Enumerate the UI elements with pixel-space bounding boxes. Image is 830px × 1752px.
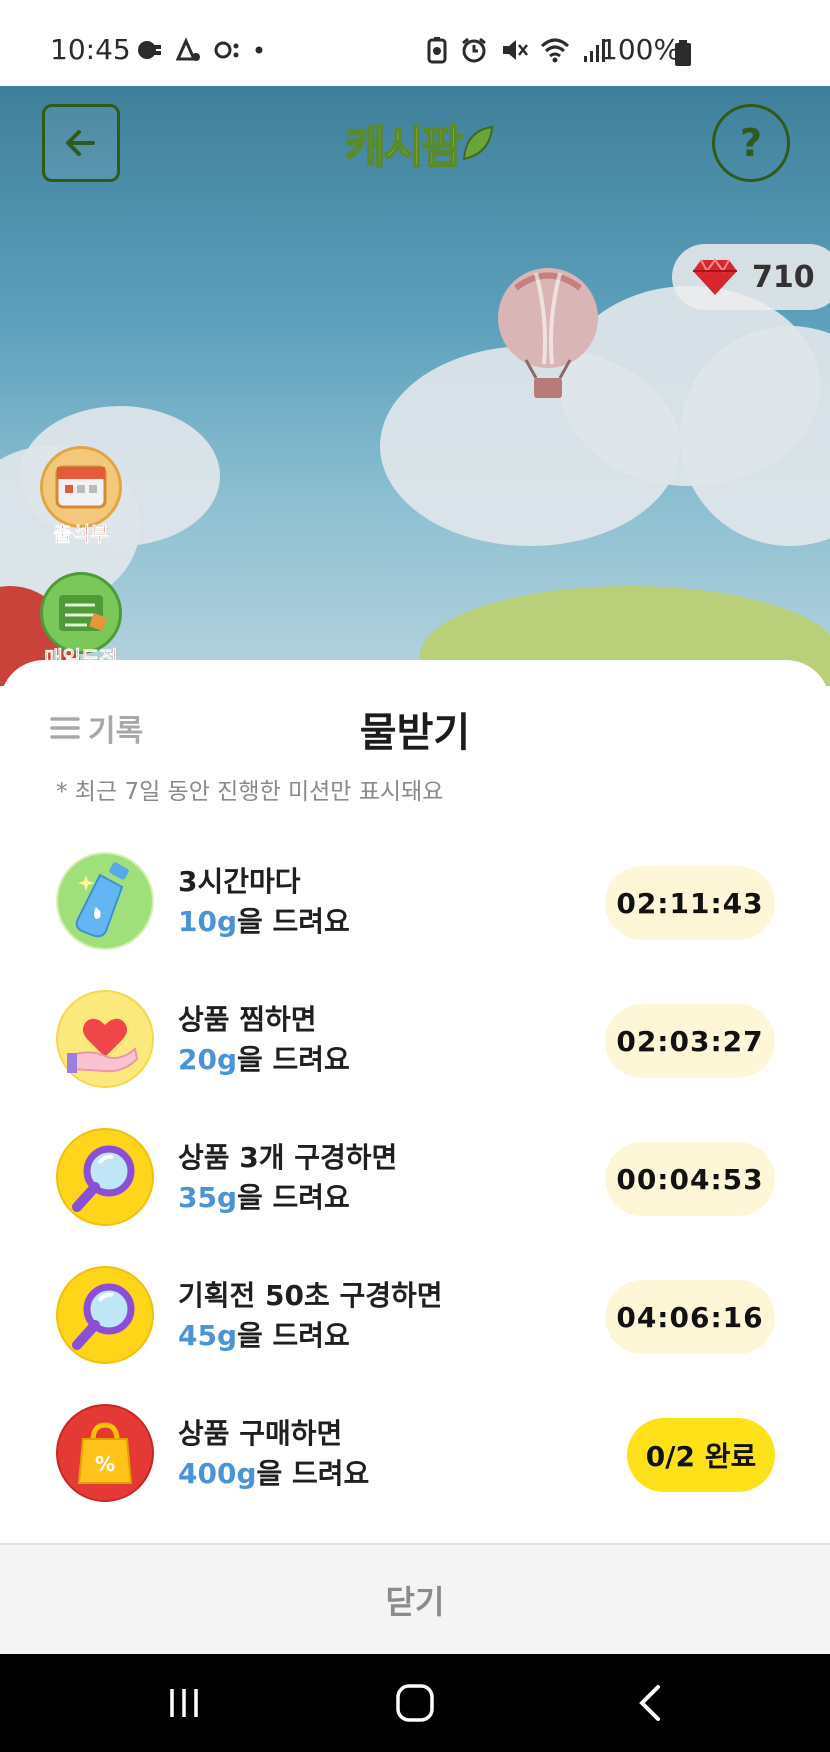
- alarm-icon: [462, 37, 486, 63]
- mission-notice: * 최근 7일 동안 진행한 미션만 표시돼요: [56, 779, 444, 805]
- mission-title: 상품 3개 구경하면: [178, 1141, 398, 1174]
- reward-suffix: 을 드려요: [256, 1457, 370, 1490]
- back-chevron-icon: [639, 1685, 660, 1721]
- reward-amount: 35g: [178, 1181, 238, 1214]
- system-nav-bar: [0, 1654, 830, 1752]
- mission-item[interactable]: % 상품 구매하면 400g을 드려요 0/2 완료: [0, 1404, 830, 1504]
- attendance-label: 출석부: [53, 522, 109, 547]
- status-time: 10:45: [50, 33, 131, 66]
- reward-suffix: 을 드려요: [237, 905, 350, 938]
- app-logo: 캐시팜: [344, 108, 496, 178]
- battery-percent: 100%: [600, 33, 681, 66]
- mission-reward: 20g을 드려요: [178, 1038, 350, 1078]
- dot-icon: [255, 46, 263, 54]
- usb-icon: [138, 41, 161, 59]
- delivery-icon: [175, 37, 200, 61]
- mission-reward: 45g을 드려요: [178, 1314, 350, 1354]
- mission-reward: 35g을 드려요: [178, 1176, 350, 1216]
- back-nav-button[interactable]: [620, 1678, 680, 1728]
- mission-title: 상품 구매하면: [178, 1417, 343, 1450]
- reward-amount: 400g: [178, 1457, 257, 1490]
- back-arrow-icon: [66, 130, 95, 156]
- recents-icon: [170, 1689, 198, 1717]
- home-icon: [396, 1684, 434, 1722]
- magnifier-icon: [56, 1128, 154, 1226]
- reward-suffix: 을 드려요: [237, 1319, 350, 1352]
- game-scene: 캐시팜 ? 710 출석부 매일도전: [0, 86, 830, 686]
- close-label: 닫기: [385, 1582, 445, 1621]
- mission-item[interactable]: 3시간마다 10g을 드려요 02:11:43: [0, 852, 830, 952]
- mission-item[interactable]: 상품 찜하면 20g을 드려요 02:03:27: [0, 990, 830, 1090]
- mission-timer: 02:03:27: [605, 1004, 775, 1078]
- status-right-icons: [426, 36, 608, 64]
- leaf-icon: [463, 125, 494, 161]
- battery-icon: [675, 40, 691, 66]
- mission-reward: 10g을 드려요: [178, 900, 350, 940]
- mission-title: 기획전 50초 구경하면: [178, 1279, 443, 1312]
- gem-count: 710: [752, 259, 815, 295]
- mission-timer: 04:06:16: [605, 1280, 775, 1354]
- mute-icon: [503, 40, 528, 60]
- water-bottle-icon: [56, 852, 154, 950]
- battery-saver-icon: [427, 37, 447, 64]
- gem-icon: [693, 258, 737, 295]
- status-bar: 10:45 100%: [0, 0, 830, 86]
- mission-item[interactable]: 상품 3개 구경하면 35g을 드려요 00:04:53: [0, 1128, 830, 1228]
- svg-text:%: %: [95, 1452, 115, 1476]
- mission-item[interactable]: 기획전 50초 구경하면 45g을 드려요 04:06:16: [0, 1266, 830, 1366]
- calendar-icon: [55, 465, 107, 509]
- reward-suffix: 을 드려요: [237, 1043, 350, 1076]
- logo-text: 캐시팜: [344, 121, 463, 174]
- mission-timer: 00:04:53: [605, 1142, 775, 1216]
- help-button[interactable]: ?: [712, 104, 790, 182]
- gem-balance: 710: [672, 244, 830, 310]
- home-button[interactable]: [385, 1678, 445, 1728]
- key-icon: [214, 41, 239, 59]
- reward-amount: 10g: [178, 905, 238, 938]
- close-button[interactable]: 닫기: [0, 1543, 830, 1654]
- heart-hand-icon: [56, 990, 154, 1088]
- checklist-icon: [59, 595, 107, 631]
- magnifier-icon: [56, 1266, 154, 1364]
- mission-progress-badge[interactable]: 0/2 완료: [627, 1418, 775, 1492]
- recents-button[interactable]: [154, 1678, 214, 1728]
- shopping-bag-icon: %: [56, 1404, 154, 1502]
- back-button[interactable]: [42, 104, 120, 182]
- sheet-title: 물받기: [359, 710, 471, 756]
- reward-suffix: 을 드려요: [237, 1181, 350, 1214]
- attendance-button[interactable]: [40, 446, 122, 528]
- mission-timer: 02:11:43: [605, 866, 775, 940]
- reward-amount: 20g: [178, 1043, 238, 1076]
- help-icon: ?: [739, 121, 763, 165]
- wifi-icon: [540, 38, 570, 63]
- mission-title: 3시간마다: [178, 865, 301, 898]
- reward-amount: 45g: [178, 1319, 238, 1352]
- mission-reward: 400g을 드려요: [178, 1452, 369, 1492]
- status-left-icons: [136, 36, 264, 64]
- mission-title: 상품 찜하면: [178, 1003, 317, 1036]
- hot-air-balloon-icon: [498, 268, 598, 398]
- water-bottom-sheet: 기록 물받기 * 최근 7일 동안 진행한 미션만 표시돼요 3시간마다 10g…: [0, 660, 830, 1654]
